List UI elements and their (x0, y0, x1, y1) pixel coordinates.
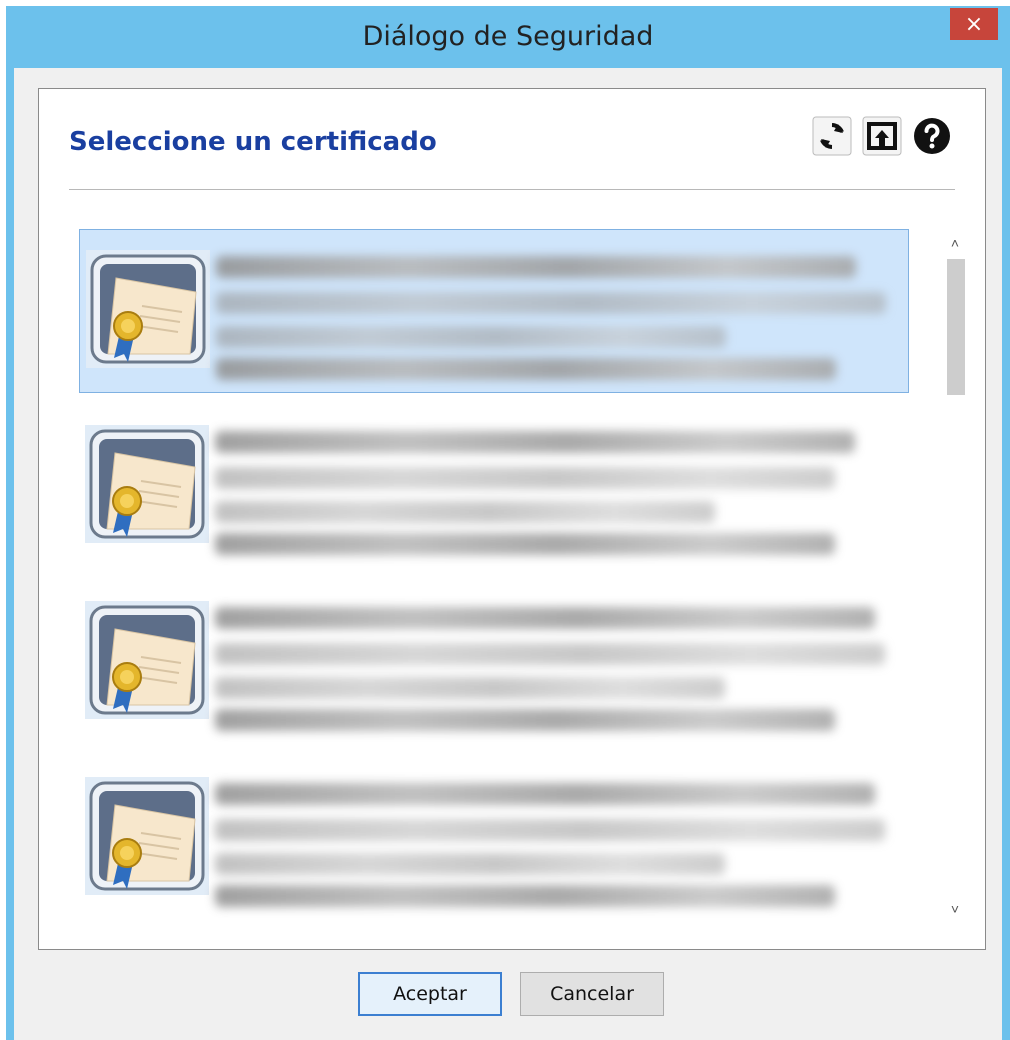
chevron-down-icon: ˅ (950, 901, 960, 917)
certificate-icon (85, 601, 209, 719)
security-dialog-window: Diálogo de Seguridad × Seleccione un cer… (6, 6, 1010, 1040)
help-button[interactable] (911, 115, 953, 157)
toolbar (811, 115, 953, 157)
accept-button[interactable]: Aceptar (358, 972, 502, 1016)
certificate-icon (86, 250, 210, 368)
import-icon (862, 116, 902, 156)
help-icon (914, 118, 950, 154)
certificate-item[interactable] (79, 405, 909, 569)
refresh-button[interactable] (811, 115, 853, 157)
window-title: Diálogo de Seguridad (362, 21, 654, 52)
certificate-panel: Seleccione un certificado ˄ ˅ (38, 88, 986, 950)
certificate-icon (85, 777, 209, 895)
certificate-icon (85, 425, 209, 543)
heading-divider (69, 189, 955, 190)
certificate-details (215, 427, 895, 561)
cancel-button[interactable]: Cancelar (520, 972, 664, 1016)
scroll-thumb[interactable] (947, 259, 965, 395)
certificate-list[interactable] (79, 229, 949, 929)
close-icon: × (964, 11, 984, 37)
certificate-item[interactable] (79, 581, 909, 745)
scroll-down-button[interactable]: ˅ (945, 899, 965, 919)
import-button[interactable] (861, 115, 903, 157)
dialog-body: Seleccione un certificado ˄ ˅ Aceptar Ca… (14, 68, 1002, 1040)
close-button[interactable]: × (950, 8, 998, 40)
certificate-details (215, 603, 895, 737)
refresh-icon (812, 116, 852, 156)
certificate-item[interactable] (79, 757, 909, 921)
certificate-item[interactable] (79, 229, 909, 393)
certificate-details (216, 252, 896, 386)
dialog-heading: Seleccione un certificado (69, 127, 437, 157)
certificate-details (215, 779, 895, 913)
scroll-up-button[interactable]: ˄ (945, 233, 965, 253)
title-bar[interactable]: Diálogo de Seguridad × (6, 6, 1010, 68)
chevron-up-icon: ˄ (950, 235, 960, 251)
list-scrollbar[interactable]: ˄ ˅ (945, 229, 965, 919)
